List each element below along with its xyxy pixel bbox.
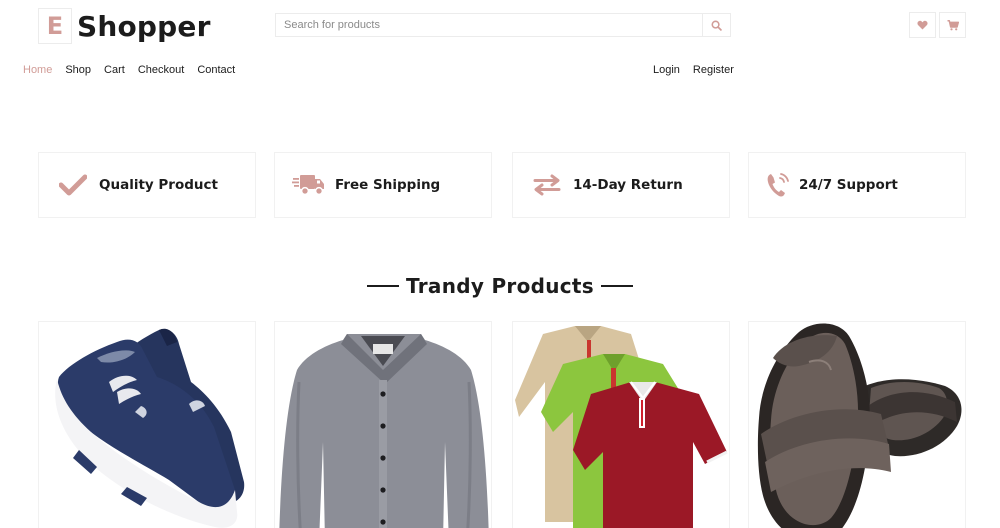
search-icon <box>711 20 722 31</box>
nav-item-shop[interactable]: Shop <box>65 64 91 76</box>
register-link[interactable]: Register <box>693 64 734 76</box>
feature-24-7-support: 24/7 Support <box>748 152 966 218</box>
main-nav: Home Shop Cart Checkout Contact <box>23 64 235 76</box>
feature-label: Free Shipping <box>335 177 441 193</box>
nav-item-checkout[interactable]: Checkout <box>138 64 184 76</box>
title-divider-left <box>367 285 399 287</box>
sneakers-image <box>55 328 245 528</box>
shipping-truck-icon <box>289 165 329 205</box>
product-card[interactable] <box>38 321 256 528</box>
section-heading: Trandy Products <box>0 274 1000 298</box>
feature-14-day-return: 14-Day Return <box>512 152 730 218</box>
brand-logo[interactable]: E Shopper <box>38 8 211 44</box>
feature-free-shipping: Free Shipping <box>274 152 492 218</box>
title-divider-right <box>601 285 633 287</box>
nav-item-contact[interactable]: Contact <box>197 64 235 76</box>
search-bar <box>275 13 731 37</box>
nav-item-cart[interactable]: Cart <box>104 64 125 76</box>
check-icon <box>53 165 93 205</box>
product-card[interactable] <box>274 321 492 528</box>
login-link[interactable]: Login <box>653 64 680 76</box>
sandals-image <box>757 323 962 528</box>
product-card[interactable] <box>512 321 730 528</box>
product-card[interactable] <box>748 321 966 528</box>
account-nav: Login Register <box>653 64 734 76</box>
section-title: Trandy Products <box>406 274 594 298</box>
polo-tshirts-image <box>515 326 728 528</box>
grey-shirt-image <box>279 334 489 528</box>
logo-letter-box: E <box>38 8 72 44</box>
feature-label: 14-Day Return <box>573 177 683 193</box>
wishlist-button[interactable] <box>909 12 936 38</box>
heart-icon <box>917 20 928 30</box>
cart-button[interactable] <box>939 12 966 38</box>
feature-label: Quality Product <box>99 177 218 193</box>
search-button[interactable] <box>702 14 730 36</box>
exchange-arrows-icon <box>527 165 567 205</box>
nav-item-home[interactable]: Home <box>23 64 52 76</box>
feature-label: 24/7 Support <box>799 177 898 193</box>
phone-icon <box>763 165 793 205</box>
feature-quality-product: Quality Product <box>38 152 256 218</box>
cart-icon <box>947 19 959 30</box>
brand-name: Shopper <box>77 9 211 43</box>
search-input[interactable] <box>276 14 702 36</box>
